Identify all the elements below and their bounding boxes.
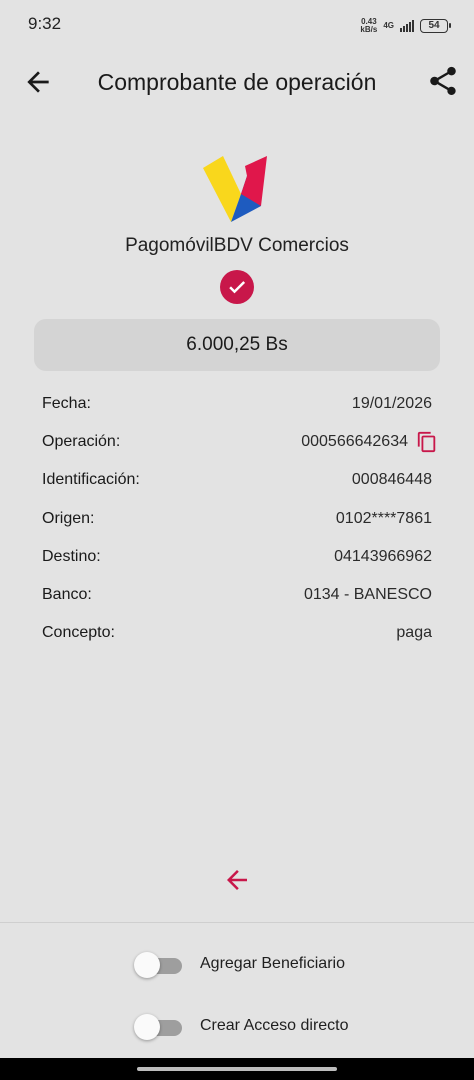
- detail-label: Operación:: [42, 433, 121, 450]
- brand-name: PagomóvilBDV Comercios: [125, 235, 349, 256]
- success-check-icon: [220, 270, 254, 304]
- add-beneficiary-toggle[interactable]: [134, 950, 184, 978]
- create-shortcut-label: Crear Acceso directo: [200, 1017, 349, 1034]
- detail-value: 04143966962: [334, 548, 432, 565]
- return-button[interactable]: [220, 865, 254, 895]
- speed-unit: kB/s: [360, 25, 378, 34]
- network-type: 4G: [383, 22, 394, 30]
- amount-box: 6.000,25 Bs: [34, 319, 440, 371]
- battery-icon: 54: [420, 19, 451, 33]
- detail-label: Destino:: [42, 548, 101, 565]
- detail-row-operacion: Operación: 000566642634: [42, 430, 436, 454]
- detail-row-fecha: Fecha: 19/01/2026: [42, 392, 432, 416]
- detail-row-concepto: Concepto: paga: [42, 621, 432, 645]
- detail-value: 000846448: [351, 471, 432, 488]
- detail-value: 000566642634: [301, 433, 408, 450]
- detail-row-destino: Destino: 04143966962: [42, 545, 432, 569]
- detail-label: Banco:: [42, 586, 92, 603]
- network-speed: 0.43 kB/s: [360, 18, 377, 34]
- detail-value: paga: [396, 624, 432, 641]
- add-beneficiary-option: Agregar Beneficiario: [134, 950, 345, 978]
- status-indicators: 0.43 kB/s 4G 54: [360, 16, 451, 36]
- add-beneficiary-label: Agregar Beneficiario: [200, 955, 345, 972]
- detail-row-identificacion: Identificación: 000846448: [42, 468, 432, 492]
- divider: [0, 922, 474, 923]
- detail-label: Identificación:: [42, 471, 140, 488]
- arrow-left-icon: [227, 870, 247, 890]
- create-shortcut-toggle[interactable]: [134, 1012, 184, 1040]
- shortcut-option: Crear Acceso directo: [134, 1012, 349, 1040]
- detail-label: Origen:: [42, 510, 95, 527]
- home-gesture-handle[interactable]: [137, 1067, 337, 1071]
- status-time: 9:32: [28, 14, 62, 33]
- share-icon: [430, 66, 456, 96]
- detail-label: Fecha:: [42, 395, 91, 412]
- detail-value: 0134 - BANESCO: [303, 586, 432, 603]
- detail-value: 0102****7861: [335, 510, 432, 527]
- detail-label: Concepto:: [42, 624, 115, 641]
- detail-value-wrap: 000566642634: [301, 430, 436, 454]
- page-title: Comprobante de operación: [97, 69, 377, 95]
- battery-level: 54: [428, 20, 440, 31]
- detail-row-origen: Origen: 0102****7861: [42, 507, 432, 531]
- signal-icon: [400, 20, 414, 32]
- pagomovil-logo: [201, 154, 269, 226]
- amount-value: 6.000,25 Bs: [186, 334, 288, 355]
- copy-icon[interactable]: [416, 430, 438, 454]
- detail-value: 19/01/2026: [351, 395, 432, 412]
- network-label: 4G: [383, 21, 394, 30]
- detail-row-banco: Banco: 0134 - BANESCO: [42, 583, 432, 607]
- share-button[interactable]: [426, 64, 460, 98]
